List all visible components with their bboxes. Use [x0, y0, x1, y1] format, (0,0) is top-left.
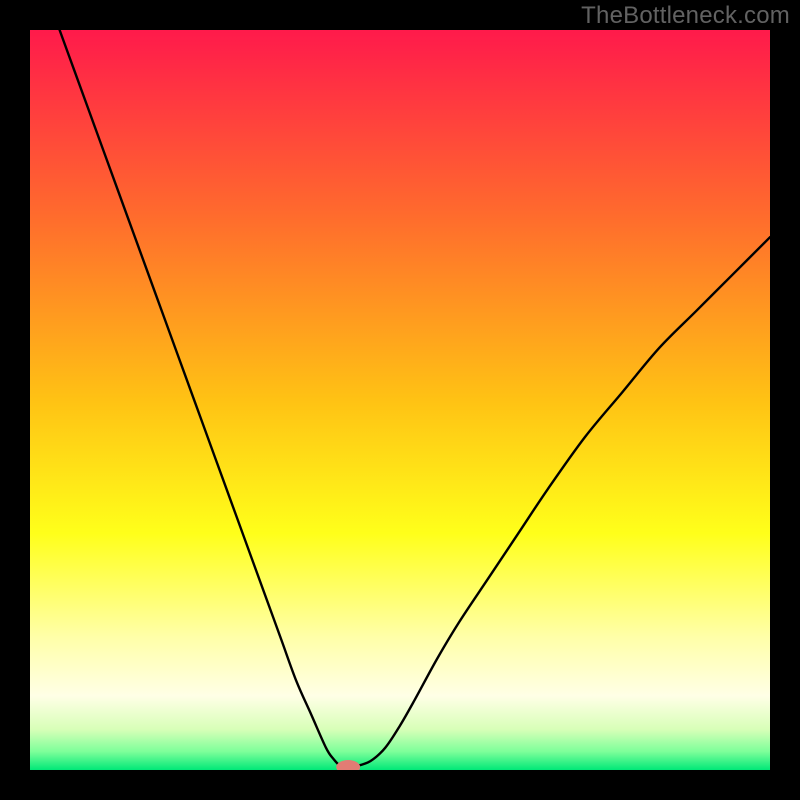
watermark-text: TheBottleneck.com — [581, 2, 790, 30]
bottleneck-plot — [0, 0, 800, 800]
optimal-marker — [336, 760, 360, 774]
chart-frame: TheBottleneck.com — [0, 0, 800, 800]
gradient-background — [30, 30, 770, 770]
